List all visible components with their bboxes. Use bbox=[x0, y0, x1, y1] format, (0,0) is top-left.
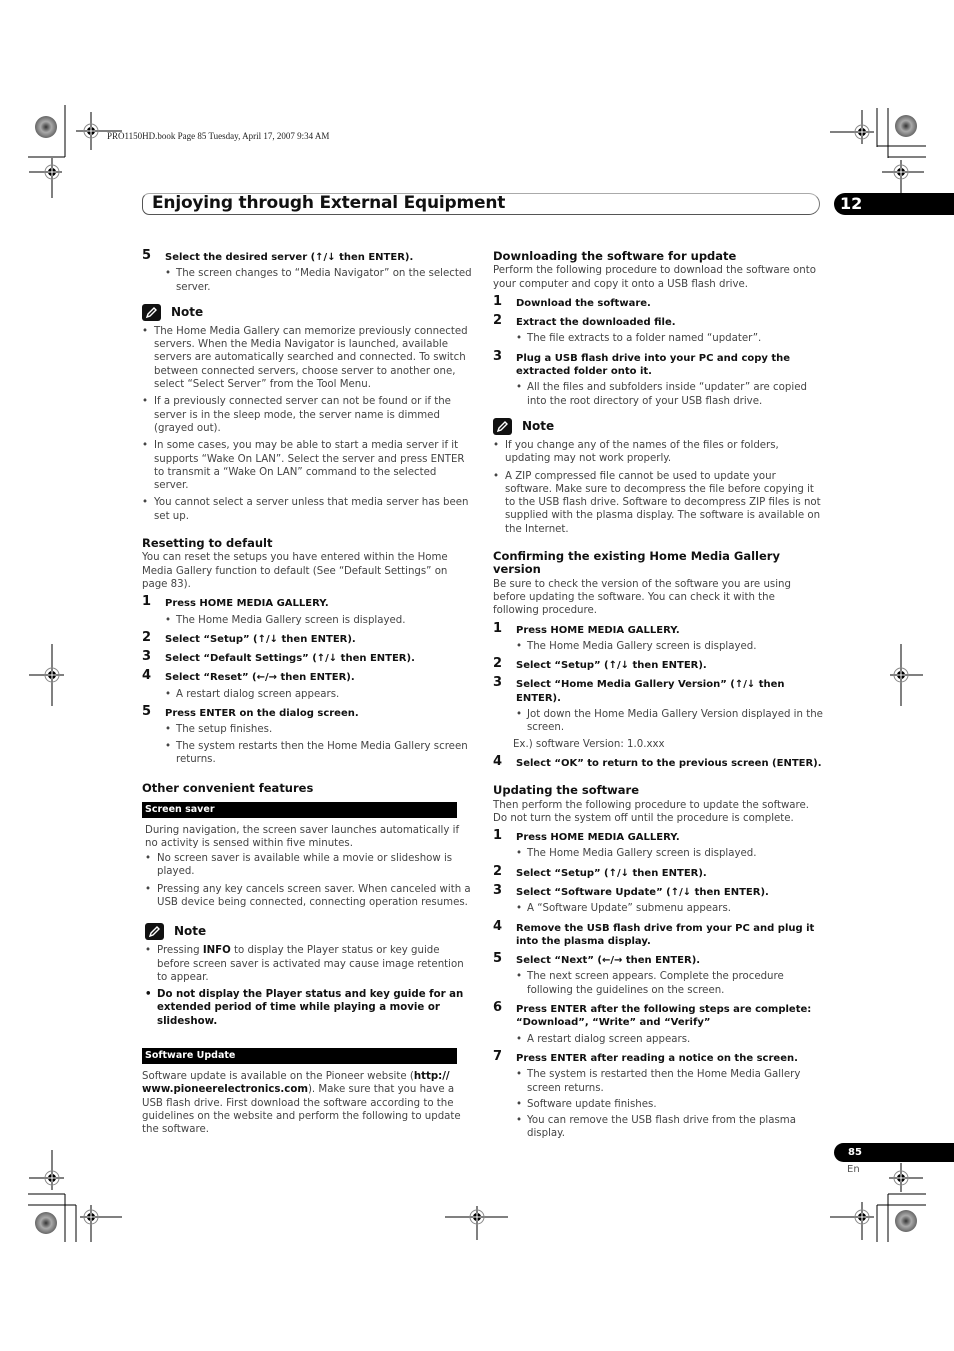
paragraph: Software update is available on the Pion… bbox=[142, 1071, 461, 1136]
paragraph: Then perform the following procedure to … bbox=[493, 799, 810, 824]
paragraph: Be sure to check the version of the soft… bbox=[493, 578, 791, 617]
chapter-tab: 12 bbox=[834, 193, 954, 215]
bullet: The system restarts then the Home Media … bbox=[142, 740, 472, 767]
section-heading: Updating the software bbox=[493, 783, 640, 798]
paragraph: You can reset the setups you have entere… bbox=[142, 552, 448, 590]
confirm-steps: 1Press HOME MEDIA GALLERY. The Home Media… bbox=[493, 620, 823, 735]
step: 2 Select “Setup” (↑/↓ then ENTER). bbox=[493, 656, 707, 672]
step: 4 Select “Reset” (←/→ then ENTER). bbox=[142, 668, 355, 684]
update-steps: 1Press HOME MEDIA GALLERY. The Home Media… bbox=[493, 828, 823, 1141]
bullet: The Home Media Gallery screen is display… bbox=[493, 640, 823, 654]
step: 5 Select “Next” (←/→ then ENTER). bbox=[493, 951, 701, 967]
step: 3 Select “Software Update” (↑/↓ then ENTE… bbox=[493, 882, 769, 898]
bullet: Software update finishes. bbox=[493, 1098, 823, 1112]
paragraph: Perform the following procedure to downl… bbox=[493, 265, 816, 290]
bullet: The file extracts to a folder named “upd… bbox=[493, 332, 823, 346]
pencil-note-icon bbox=[142, 303, 161, 321]
bullet: A restart dialog screen appears. bbox=[493, 1033, 823, 1047]
download-steps: 1 Download the software. 2 Extract the down… bbox=[493, 293, 823, 408]
note-item: In some cases, you may be able to start … bbox=[142, 439, 472, 492]
language-label: En bbox=[847, 1164, 860, 1175]
step: 3 Plug a USB flash drive into your PC and… bbox=[493, 348, 791, 378]
bullet: The setup finishes. bbox=[142, 723, 472, 737]
bullet: A restart dialog screen appears. bbox=[142, 688, 472, 702]
section-heading: Other convenient features bbox=[142, 781, 314, 796]
subsection-bar: Screen saver bbox=[142, 801, 457, 818]
section-heading: Confirming the existing Home Media Galle… bbox=[493, 549, 780, 577]
note-item-warning: Do not display the Player status and key… bbox=[145, 988, 472, 1028]
step: 1 Press HOME MEDIA GALLERY. bbox=[493, 620, 680, 636]
step: 2 Select “Setup” (↑/↓ then ENTER). bbox=[493, 863, 707, 879]
step: 5 Press ENTER on the dialog screen. bbox=[142, 704, 359, 720]
note-item: A ZIP compressed file cannot be used to … bbox=[493, 470, 823, 536]
step: 4 Select “OK” to return to the previous … bbox=[493, 753, 822, 769]
step: 3 Select “Home Media Gallery Version” (↑/… bbox=[493, 675, 785, 704]
pencil-note-icon bbox=[493, 417, 512, 435]
bullet: The next screen appears. Complete the pr… bbox=[493, 970, 823, 997]
note-item: If you change any of the names of the fi… bbox=[493, 439, 823, 466]
step: 1 Download the software. bbox=[493, 293, 651, 309]
step: 7 Press ENTER after reading a notice on t… bbox=[493, 1048, 798, 1064]
bullet: The system is restarted then the Home Me… bbox=[493, 1068, 823, 1095]
example-text: Ex.) software Version: 1.0.xxx bbox=[513, 738, 665, 750]
step: 2 Extract the downloaded file. bbox=[493, 313, 676, 329]
registration-disc-icon bbox=[35, 116, 57, 138]
note-heading: Note bbox=[493, 417, 823, 435]
page-title: Enjoying through External Equipment bbox=[152, 193, 506, 213]
section-heading: Resetting to default bbox=[142, 536, 273, 551]
left-column: 5 Select the desired server (↑/↓ then EN… bbox=[142, 248, 472, 1139]
note-heading: Note bbox=[142, 303, 472, 321]
paragraph: During navigation, the screen saver laun… bbox=[145, 824, 460, 849]
note-item: The Home Media Gallery can memorize prev… bbox=[142, 325, 472, 391]
bullet: Pressing any key cancels screen saver. W… bbox=[145, 883, 472, 910]
bullet: The Home Media Gallery screen is display… bbox=[142, 614, 472, 628]
step: 3 Select “Default Settings” (↑/↓ then ENT… bbox=[142, 649, 415, 665]
bullet: The Home Media Gallery screen is display… bbox=[493, 847, 823, 861]
bullet: The screen changes to “Media Navigator” … bbox=[142, 267, 472, 294]
reset-steps: 1Press HOME MEDIA GALLERY. The Home Media… bbox=[142, 594, 472, 767]
right-column: Downloading the software for update Perf… bbox=[493, 249, 823, 1144]
step: 4 Remove the USB flash drive from your PC… bbox=[493, 918, 815, 947]
note-item: Pressing INFO to display the Player stat… bbox=[145, 944, 472, 984]
note-item: If a previously connected server can not… bbox=[142, 395, 472, 435]
subsection-bar: Software Update bbox=[142, 1048, 457, 1065]
note-item: You cannot select a server unless that m… bbox=[142, 496, 472, 523]
bullet: Jot down the Home Media Gallery Version … bbox=[493, 708, 823, 735]
print-slug: PRO1150HD.book Page 85 Tuesday, April 17… bbox=[107, 131, 330, 141]
bullet: All the files and subfolders inside “upd… bbox=[493, 381, 823, 408]
step: 1 Press HOME MEDIA GALLERY. bbox=[142, 594, 329, 610]
bullet: You can remove the USB flash drive from … bbox=[493, 1114, 823, 1141]
bullet: A “Software Update” submenu appears. bbox=[493, 902, 823, 916]
page-number-tab: 85 bbox=[834, 1143, 954, 1162]
section-heading: Downloading the software for update bbox=[493, 249, 737, 263]
pencil-note-icon bbox=[145, 923, 164, 941]
note-heading: Note bbox=[145, 923, 472, 941]
step: 5 Select the desired server (↑/↓ then EN… bbox=[142, 248, 414, 263]
step: 1 Press HOME MEDIA GALLERY. bbox=[493, 828, 680, 844]
step: 6 Press ENTER after the following steps a… bbox=[493, 1000, 812, 1029]
step: 2 Select “Setup” (↑/↓ then ENTER). bbox=[142, 629, 356, 645]
bullet: No screen saver is available while a mov… bbox=[145, 852, 472, 879]
